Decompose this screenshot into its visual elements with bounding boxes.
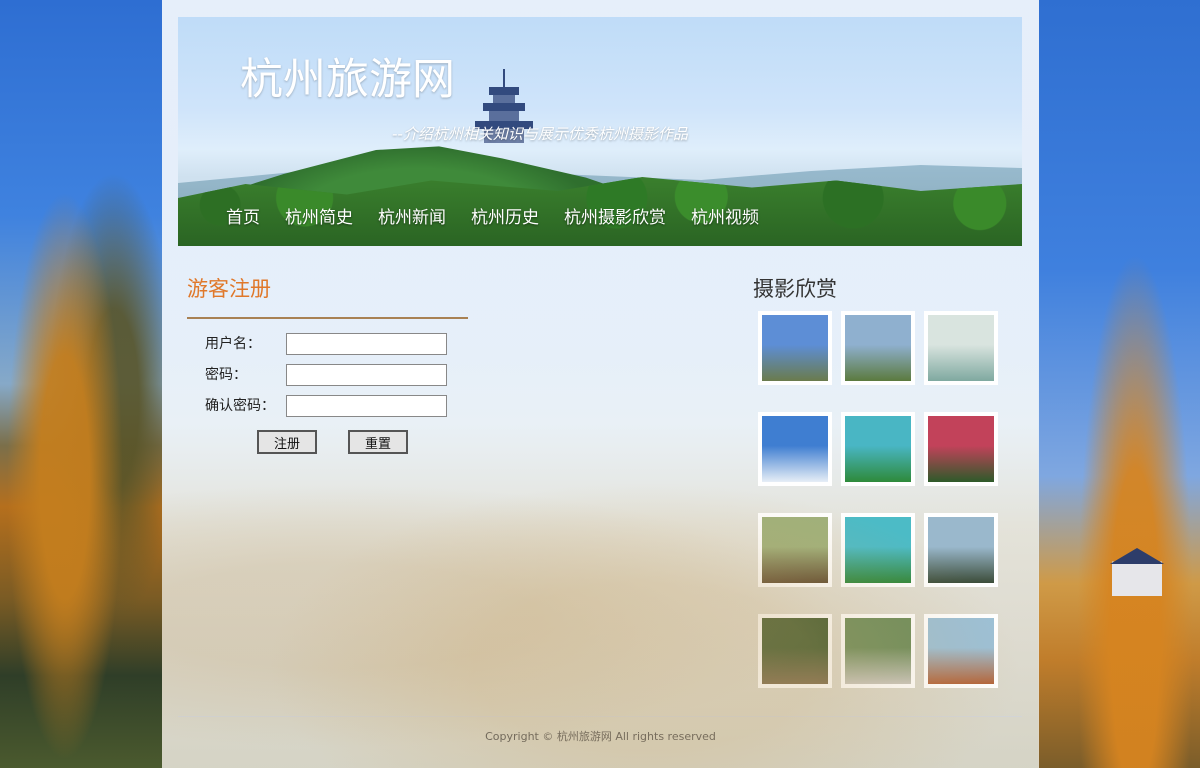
red-gate-photo[interactable] [924,412,998,486]
background-scenery-left [0,0,162,768]
confirm-password-input[interactable] [286,395,447,417]
lake-pavilion-photo[interactable] [924,513,998,587]
nav-item-history[interactable]: 杭州历史 [471,203,539,228]
temple-gate-photo[interactable] [758,614,832,688]
photo-image [762,315,828,381]
register-title: 游客注册 [187,277,271,301]
header-banner: 杭州旅游网 --介绍杭州相关知识与展示优秀杭州摄影作品 首页 杭州简史 杭州新闻… [178,17,1022,246]
background-scenery-right [1038,0,1200,768]
photo-image [928,618,994,684]
photo-image [928,416,994,482]
photo-image [845,618,911,684]
username-input[interactable] [286,333,447,355]
site-title: 杭州旅游网 [240,55,455,105]
green-islands-photo[interactable] [841,412,915,486]
footer-copyright: Copyright © 杭州旅游网 All rights reserved [485,730,716,743]
photo-image [928,517,994,583]
nav-item-video[interactable]: 杭州视频 [691,203,759,228]
main-nav: 首页 杭州简史 杭州新闻 杭州历史 杭州摄影欣赏 杭州视频 [226,203,784,228]
main-container: 杭州旅游网 --介绍杭州相关知识与展示优秀杭州摄影作品 首页 杭州简史 杭州新闻… [162,0,1039,768]
city-bay-photo[interactable] [841,311,915,385]
gallery-title: 摄影欣赏 [753,277,837,301]
photo-image [762,517,828,583]
mountain-stele-photo[interactable] [841,614,915,688]
site-subtitle: --介绍杭州相关知识与展示优秀杭州摄影作品 [392,125,688,143]
photo-image [845,315,911,381]
background-pavilion [1110,548,1164,596]
nav-item-home[interactable]: 首页 [226,203,260,228]
nav-item-brief-history[interactable]: 杭州简史 [285,203,353,228]
password-label: 密码： [205,367,247,383]
photo-image [762,618,828,684]
photo-image [845,517,911,583]
nav-item-photography[interactable]: 杭州摄影欣赏 [564,203,666,228]
nav-item-news[interactable]: 杭州新闻 [378,203,446,228]
village-house-photo[interactable] [758,513,832,587]
photo-image [845,416,911,482]
sea-wave-photo[interactable] [758,412,832,486]
register-button[interactable]: 注册 [257,430,317,454]
green-islands-2-photo[interactable] [841,513,915,587]
reset-button[interactable]: 重置 [348,430,408,454]
footer-divider [178,716,1022,717]
photo-image [928,315,994,381]
confirm-password-label: 确认密码： [205,398,275,414]
register-divider [187,317,468,319]
canyon-house-photo[interactable] [924,614,998,688]
island-pavilion-photo[interactable] [924,311,998,385]
password-input[interactable] [286,364,447,386]
photo-image [762,416,828,482]
rocky-hill-photo[interactable] [758,311,832,385]
username-label: 用户名： [205,336,261,352]
